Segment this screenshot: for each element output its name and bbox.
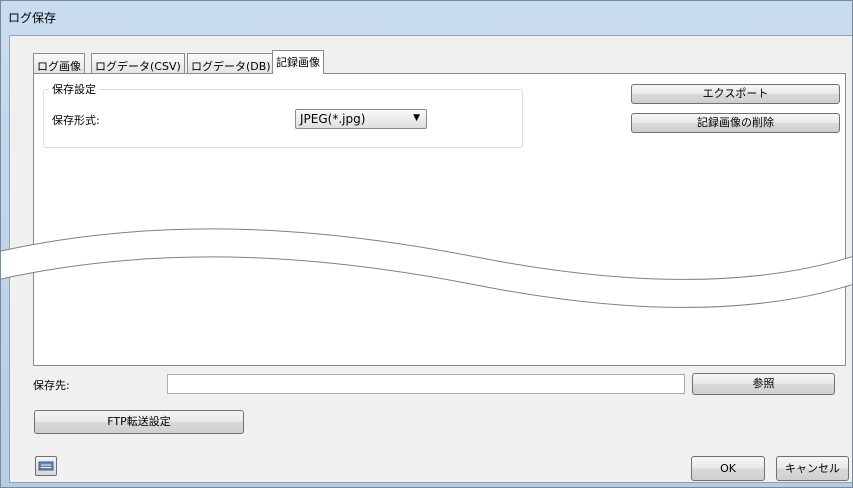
window-title: ログ保存 (8, 11, 57, 25)
browse-button[interactable]: 参照 (692, 373, 835, 395)
ftp-transfer-settings-button[interactable]: FTP転送設定 (34, 410, 244, 434)
save-settings-group: 保存設定 (43, 81, 523, 148)
tab-log-data-csv[interactable]: ログデータ(CSV) (91, 53, 185, 73)
destination-label: 保存先: (33, 379, 70, 392)
save-format-label: 保存形式: (52, 114, 100, 127)
chevron-down-icon: ▼ (413, 113, 420, 123)
tab-recorded-image[interactable]: 記録画像 (272, 50, 324, 74)
tab-log-image[interactable]: ログ画像 (33, 53, 85, 73)
screenshot-break-wave (1, 228, 852, 308)
save-format-value: JPEG(*.jpg) (300, 112, 366, 126)
cancel-button[interactable]: キャンセル (776, 456, 849, 481)
save-format-select[interactable]: JPEG(*.jpg) ▼ (295, 109, 427, 129)
destination-path-input[interactable] (167, 374, 685, 394)
keyboard-icon[interactable] (35, 456, 57, 476)
delete-recorded-images-button[interactable]: 記録画像の削除 (631, 113, 840, 133)
ok-button[interactable]: OK (691, 456, 765, 481)
save-settings-group-label: 保存設定 (49, 81, 99, 97)
title-bar[interactable]: ログ保存 (1, 1, 852, 34)
export-button[interactable]: エクスポート (631, 84, 840, 104)
log-save-dialog: ログ保存 ログ画像 ログデータ(CSV) ログデータ(DB) 記録画像 保存設定… (0, 0, 853, 488)
tab-log-data-db[interactable]: ログデータ(DB) (187, 53, 275, 73)
